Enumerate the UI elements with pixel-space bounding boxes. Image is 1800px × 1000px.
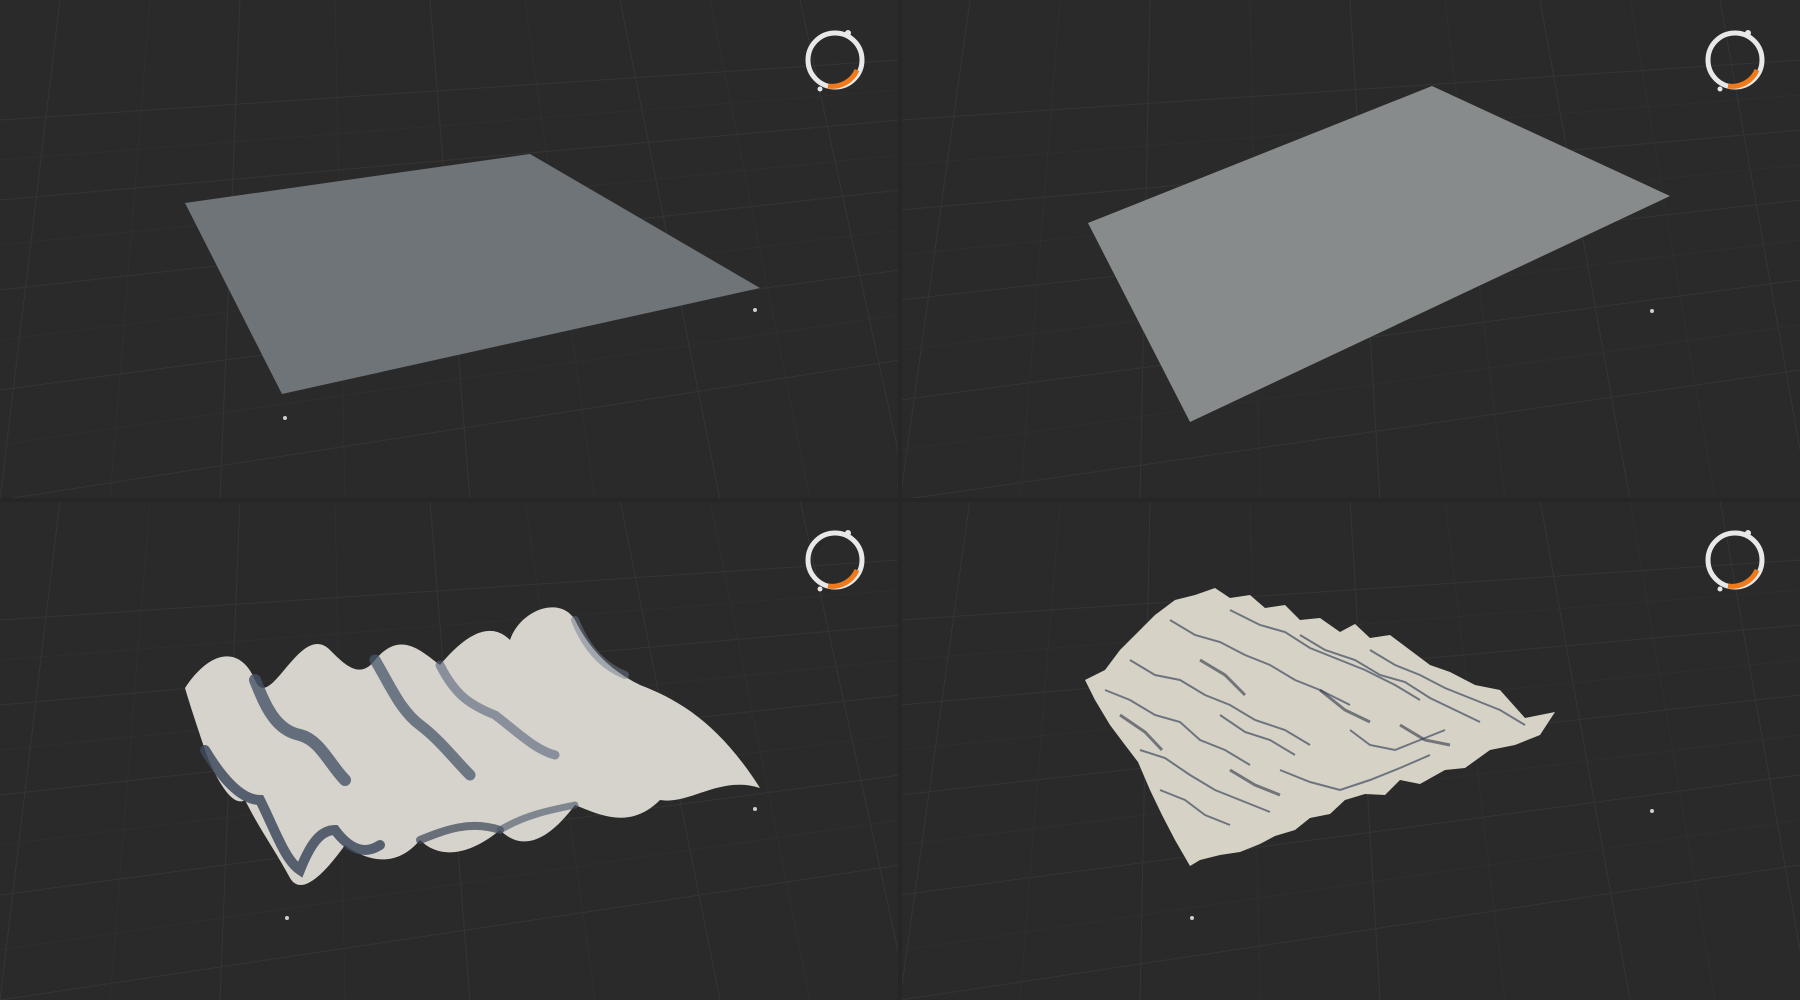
scene-top-left[interactable] [0,0,900,500]
viewport-splitter-horizontal[interactable] [0,498,1800,502]
viewport-top-left[interactable] [0,0,900,500]
view-orbit-gizmo-icon [1705,30,1765,92]
axis-marker [1650,309,1654,313]
scene-top-right[interactable] [900,0,1800,500]
view-orbit-gizmo[interactable] [1700,25,1770,95]
axis-marker [753,807,757,811]
origin-marker [1190,916,1194,920]
noise-terrain-mesh[interactable] [1085,588,1555,866]
origin-marker [283,416,287,420]
viewport-top-right[interactable] [900,0,1800,500]
wave-surface-mesh[interactable] [185,607,760,886]
axis-marker [753,308,757,312]
view-orbit-gizmo-icon [805,30,865,92]
viewport-bottom-right[interactable] [900,500,1800,1000]
origin-marker [285,916,289,920]
view-orbit-gizmo-icon [805,530,865,592]
view-orbit-gizmo[interactable] [800,525,870,595]
plane-mesh[interactable] [1088,86,1670,422]
scene-bottom-right[interactable] [900,500,1800,1000]
view-orbit-gizmo[interactable] [800,25,870,95]
plane-mesh[interactable] [185,154,760,394]
view-orbit-gizmo[interactable] [1700,525,1770,595]
view-orbit-gizmo-icon [1705,530,1765,592]
axis-marker [1650,809,1654,813]
scene-bottom-left[interactable] [0,500,900,1000]
viewport-bottom-left[interactable] [0,500,900,1000]
